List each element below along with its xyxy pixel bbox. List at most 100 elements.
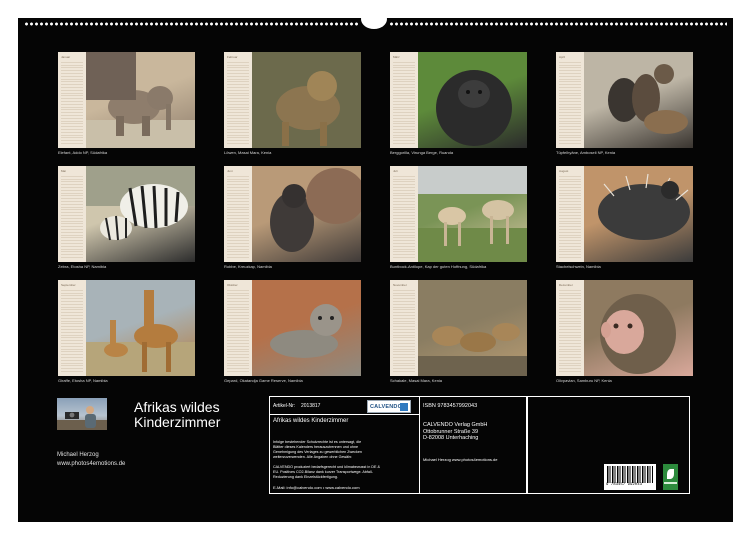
month-name: März: [393, 55, 400, 59]
antelope-photo: [418, 166, 527, 262]
month-7: Juli: [390, 166, 527, 262]
date-lines: [393, 290, 415, 374]
calendar-back-cover: Januar Elefant, Addo NP, Südafrika Febru…: [18, 9, 733, 522]
isbn: ISBN 9783457992043: [423, 403, 478, 409]
month-name: August: [559, 169, 569, 173]
animal-photo-art: [270, 304, 342, 358]
month-4: April: [556, 52, 693, 148]
date-lines: [559, 62, 581, 146]
porcupine-photo: [584, 166, 693, 262]
animal-photo-art: [252, 52, 361, 148]
calendar-grid: Dezember: [556, 280, 584, 376]
month-1: Januar: [58, 52, 195, 148]
animal-photo-art: [86, 166, 195, 241]
month-10: Oktober: [224, 280, 361, 376]
photo-caption: Löwen, Masai Mara, Kenia: [224, 150, 272, 155]
month-name: September: [61, 283, 76, 287]
month-name: April: [559, 55, 566, 59]
publisher-address: CALVENDO Verlag GmbH Ottobrunner Straße 3…: [423, 422, 487, 442]
month-name: Juni: [227, 169, 233, 173]
animal-photo-art: [418, 166, 527, 262]
month-3: März: [390, 52, 527, 148]
month-2: Februar: [224, 52, 361, 148]
barcode-number: 9 783457 992043: [606, 483, 643, 487]
date-lines: [227, 62, 249, 146]
author-photo: [57, 398, 107, 430]
publisher-line: CALVENDO Verlag GmbH: [423, 422, 488, 428]
giraffe-photo: [86, 280, 195, 376]
date-lines: [227, 176, 249, 260]
calendar-grid: März: [390, 52, 418, 148]
calendar-grid: Januar: [58, 52, 86, 148]
author-block: Michael Herzog www.photos4emotions.de: [57, 451, 125, 469]
date-lines: [61, 176, 83, 260]
animal-photo-art: [270, 168, 361, 252]
article-number: 2013817: [301, 403, 321, 409]
animal-photo-art: [86, 290, 195, 376]
photo-caption: Gepard, Okatandja Game Reserve, Namibia: [224, 378, 303, 383]
animal-photo-art: [436, 70, 512, 146]
zebra-photo: [86, 166, 195, 262]
article-label: Artikel-Nr:: [273, 403, 296, 409]
date-lines: [559, 290, 581, 374]
calendar-grid: Mai: [58, 166, 86, 262]
photo-caption: Tüpfelhyäne, Amboseli NP, Kenia: [556, 150, 616, 155]
photo-caption: Zebra, Etosha NP, Namibia: [58, 264, 107, 269]
month-11: November: [390, 280, 527, 376]
calendar-grid: Juli: [390, 166, 418, 262]
month-name: Juli: [393, 169, 398, 173]
title-line-1: Afrikas wildes: [134, 399, 220, 415]
photo-caption: Olivpavian, Samburu NP, Kenia: [556, 378, 612, 383]
photo-caption: Stachelschwein, Namibia: [556, 264, 601, 269]
lion-cub-photo: [252, 52, 361, 148]
product-title: Afrikas wildes Kinderzimmer: [273, 418, 349, 424]
photo-caption: Giraffe, Etosha NP, Namibia: [58, 378, 108, 383]
month-name: Januar: [61, 55, 71, 59]
author-name: Michael Herzog: [57, 452, 99, 458]
month-name: November: [393, 283, 407, 287]
baboon-photo: [584, 280, 693, 376]
month-9: September: [58, 280, 195, 376]
date-lines: [227, 290, 249, 374]
elephant-calf-photo: [86, 52, 195, 148]
calendar-title: Afrikas wildes Kinderzimmer: [134, 400, 220, 430]
author-photo-art: [57, 406, 107, 430]
publisher-line: D-82008 Unterhaching: [423, 435, 479, 441]
month-name: Februar: [227, 55, 238, 59]
calendar-grid: Februar: [224, 52, 252, 148]
animal-photo-art: [608, 64, 688, 134]
legal-line: Reduzierung dank Einzelstückfertigung.: [273, 475, 338, 479]
month-5: Mai: [58, 166, 195, 262]
photo-caption: Robbe, Kreuzkap, Namibia: [224, 264, 272, 269]
gorilla-photo: [418, 52, 527, 148]
author-website: www.photos4emotions.de: [57, 461, 126, 467]
photo-caption: Buntbock-Antilope, Kap der guten Hoffnun…: [390, 264, 487, 269]
calendar-grid: Juni: [224, 166, 252, 262]
animal-photo-art: [600, 294, 676, 374]
seal-pup-photo: [252, 166, 361, 262]
calendar-grid: April: [556, 52, 584, 148]
calendar-grid: Oktober: [224, 280, 252, 376]
month-8: August: [556, 166, 693, 262]
calendar-grid: August: [556, 166, 584, 262]
month-name: Mai: [61, 169, 66, 173]
cheetah-cub-photo: [252, 280, 361, 376]
jackals-photo: [418, 280, 527, 376]
animal-photo-art: [598, 173, 690, 240]
animal-photo-art: [418, 323, 527, 376]
date-lines: [61, 62, 83, 146]
month-name: Dezember: [559, 283, 573, 287]
animal-photo-art: [86, 52, 195, 148]
legal-notice: Infolge bestehender Schutzrechte ist es …: [273, 440, 380, 480]
title-line-2: Kinderzimmer: [134, 414, 221, 430]
date-lines: [393, 176, 415, 260]
month-6: Juni: [224, 166, 361, 262]
date-lines: [559, 176, 581, 260]
calendar-grid: September: [58, 280, 86, 376]
hanging-hook: [361, 9, 387, 29]
photo-caption: Berggorilla, Virunga Berge, Ruanda: [390, 150, 454, 155]
hyena-cubs-photo: [584, 52, 693, 148]
month-name: Oktober: [227, 283, 238, 287]
barcode: 9 783457 992043: [604, 464, 656, 490]
photo-caption: Schakale, Masai Mara, Kenia: [390, 378, 443, 383]
